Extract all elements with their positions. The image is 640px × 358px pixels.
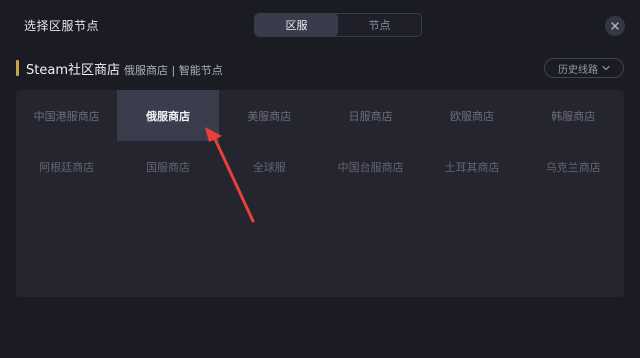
section-header: Steam社区商店 俄服商店 | 智能节点 历史线路: [16, 58, 624, 80]
region-option[interactable]: 国服商店: [117, 141, 218, 192]
region-option[interactable]: 阿根廷商店: [16, 141, 117, 192]
history-routes-label: 历史线路: [558, 64, 598, 76]
history-routes-button[interactable]: 历史线路: [544, 58, 624, 78]
close-button[interactable]: [605, 16, 625, 36]
accent-bar: [16, 60, 19, 76]
dialog-titlebar: 选择区服节点 区服 节点: [0, 0, 640, 52]
region-option[interactable]: 欧服商店: [421, 90, 522, 141]
region-grid: 中国港服商店 俄服商店 美服商店 日服商店 欧服商店 韩服商店 阿根廷商店 国服…: [16, 90, 624, 192]
region-option[interactable]: 乌克兰商店: [523, 141, 624, 192]
region-panel: 中国港服商店 俄服商店 美服商店 日服商店 欧服商店 韩服商店 阿根廷商店 国服…: [16, 90, 624, 297]
region-option[interactable]: 日服商店: [320, 90, 421, 141]
close-icon: [611, 22, 619, 30]
region-option[interactable]: 土耳其商店: [421, 141, 522, 192]
chevron-down-icon: [602, 65, 610, 71]
dialog-title: 选择区服节点: [24, 19, 100, 33]
region-option[interactable]: 美服商店: [219, 90, 320, 141]
tab-node[interactable]: 节点: [338, 14, 421, 36]
tab-region[interactable]: 区服: [255, 14, 338, 36]
region-option[interactable]: 中国台服商店: [320, 141, 421, 192]
section-title: Steam社区商店: [26, 63, 120, 78]
current-selection-text: 俄服商店 | 智能节点: [124, 64, 223, 77]
region-option[interactable]: 中国港服商店: [16, 90, 117, 141]
region-option[interactable]: 全球服: [219, 141, 320, 192]
region-option-selected[interactable]: 俄服商店: [117, 90, 219, 141]
region-node-switch: 区服 节点: [254, 13, 422, 37]
region-option[interactable]: 韩服商店: [523, 90, 624, 141]
